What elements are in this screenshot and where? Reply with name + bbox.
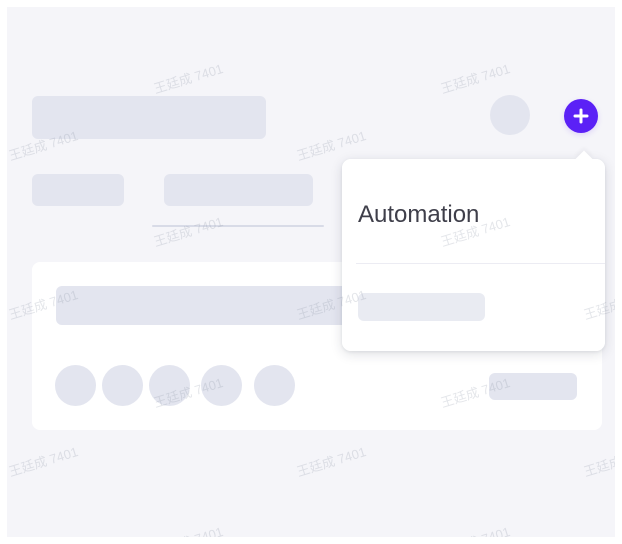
plus-icon [573,108,589,124]
watermark-text: 王廷成 7401 [152,61,225,97]
watermark-text: 王廷成 7401 [439,524,512,537]
avatar-placeholder-1 [55,365,96,406]
popover-title: Automation [358,201,480,228]
page-title-placeholder [32,96,266,139]
watermark-text: 王廷成 7401 [439,61,512,97]
avatar-placeholder-5 [254,365,295,406]
add-button[interactable] [564,99,598,133]
card-action-placeholder[interactable] [489,373,577,400]
watermark-text: 王廷成 7401 [7,444,80,480]
avatar-placeholder [490,95,530,135]
popover-divider [356,263,605,264]
avatar-placeholder-2 [102,365,143,406]
watermark-text: 王廷成 7401 [582,444,615,480]
watermark-text: 王廷成 7401 [295,444,368,480]
avatar-placeholder-3 [149,365,190,406]
tab-placeholder-2[interactable] [164,174,313,206]
popover-item-placeholder[interactable] [358,293,485,321]
watermark-text: 王廷成 7401 [152,524,225,537]
watermark-text: 王廷成 7401 [152,214,225,250]
card-title-placeholder [56,286,358,325]
avatar-placeholder-4 [201,365,242,406]
active-tab-underline [152,225,324,227]
popover-content: Automation [342,159,605,351]
tab-placeholder-1[interactable] [32,174,124,206]
automation-popover: Automation [342,150,605,351]
app-background: Automation 王廷成 7401 王廷成 7401 王廷成 7401 王廷… [7,7,615,537]
